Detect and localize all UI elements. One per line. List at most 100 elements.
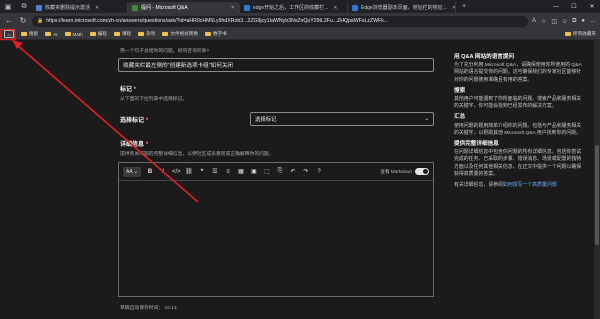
bullet-list-icon[interactable]: ☰ [211, 168, 219, 175]
favorites-icon[interactable]: ✩ [562, 18, 567, 25]
back-icon[interactable]: ← [4, 16, 14, 26]
close-window-icon[interactable]: ✕ [584, 0, 600, 13]
quote-icon[interactable]: ❝ [198, 168, 206, 175]
folder-icon [64, 32, 71, 36]
collections-icon[interactable]: ⧉ [572, 18, 576, 25]
help-sidebar: 用 Q&A 网站的语言提问 为了充分利用 Microsoft Q&A，请确保使用… [454, 40, 582, 319]
refresh-icon[interactable]: ↻ [18, 16, 28, 26]
help-icon[interactable]: ? [315, 169, 323, 175]
more-icon[interactable]: … [590, 18, 596, 25]
table-icon[interactable]: ▦ [237, 168, 245, 175]
split-screen-icon[interactable]: ◫ [551, 18, 557, 25]
sidebar-text: 为了充分利用 Microsoft Q&A，请确保使用你所使用的 Q&A 网站的语… [454, 63, 582, 83]
bookmark-folder[interactable]: Math [64, 32, 83, 37]
folder-icon [113, 32, 120, 36]
tab-title: Edge浏览器副本页面，地址栏的地址... [361, 5, 447, 11]
lock-icon[interactable]: 🔒 [37, 18, 43, 24]
ask-question-form: 用一个句子总结你的问题。如何咨询问事? 收藏夹栏最左侧的“创建新选项卡组”如何关… [118, 40, 434, 319]
question-title-input[interactable]: 收藏夹栏最左侧的“创建新选项卡组”如何关闭 [118, 58, 434, 72]
url-field[interactable]: 🔒 https://learn.microsoft.com/zh-cn/answ… [32, 15, 528, 27]
close-tab-icon[interactable]: ✕ [333, 5, 337, 11]
bookmark-folder[interactable]: 课程 [113, 31, 131, 37]
link-icon[interactable]: ⛓ [185, 168, 193, 175]
minimize-icon[interactable]: — [548, 0, 564, 13]
toggle-switch[interactable] [415, 168, 429, 175]
read-aloud-icon[interactable]: A [532, 18, 536, 25]
folder-icon [21, 32, 27, 36]
folder-icon [204, 32, 211, 36]
details-editor[interactable]: AA ⌄ B I </> ⛓ ❝ ☰ ≡ ▦ ▣ ⬚ ⎘ ↶ ↷ ? 查看 Ma… [118, 162, 434, 297]
scrollbar-thumb[interactable] [595, 145, 599, 245]
favicon-icon [36, 4, 42, 11]
profile-icon[interactable]: ● [581, 18, 585, 25]
bookmark-folder[interactable]: 杂项 [138, 31, 155, 37]
all-favorites[interactable]: 所有收藏夹 [565, 31, 596, 37]
sidebar-text: 其他用户可能遇到了你所面临的问题。搜索产品和服务相关的关键字，你可能会找到已经发… [454, 97, 582, 110]
new-tab-icon[interactable]: + [456, 0, 472, 13]
chevron-down-icon: ⌄ [424, 116, 429, 122]
tab-strip: ▣ ⧉ 收藏夹删除提示激活 ✕ 提问 - Microsoft Q&A ✕ edg… [0, 0, 600, 13]
markdown-toggle[interactable]: 查看 Markdown [380, 168, 429, 175]
close-tab-icon[interactable]: ✕ [231, 5, 235, 11]
attach-icon[interactable]: ⎘ [276, 168, 284, 175]
details-description: 提供有关问题的完整详细信息，以便社区成员重现或正确解释你的问题。 [120, 152, 274, 157]
title-hint: 用一个句子总结你的问题。如何咨询问事? [120, 49, 210, 54]
bookmarks-bar: ▭ 搜索 AI Math 编程 课程 杂项 文件格式转换 数学书 所有收藏夹 [0, 29, 600, 40]
sidebar-heading: 汇总 [454, 114, 466, 121]
autosave-status: 草稿自动保存时间： 15:13 [120, 306, 177, 311]
aa-icon[interactable]: AA ⌄ [123, 166, 141, 177]
page-content: 用一个句子总结你的问题。如何咨询问事? 收藏夹栏最左侧的“创建新选项卡组”如何关… [0, 40, 600, 319]
close-tab-icon[interactable]: ✕ [95, 5, 99, 11]
favicon-icon [132, 4, 138, 11]
create-tab-group-icon[interactable]: ▭ [4, 30, 14, 38]
bookmark-folder[interactable]: 数学书 [204, 31, 227, 37]
sidebar-text: 在问题详细信息中包含你问题的所有详细信息。包括你尝试完成的任务、已采取的步骤、错… [454, 150, 582, 177]
quality-question-link[interactable]: 如何撰写一个高质量问题 [503, 183, 557, 188]
favicon-icon [244, 4, 250, 11]
toolbar-icons: A ☆ ◫ ✩ ⧉ ● … [532, 18, 596, 25]
sidebar-heading: 搜索 [454, 87, 466, 94]
select-tag-dropdown[interactable]: 选择标记 ⌄ [250, 112, 434, 126]
favicon-icon [352, 4, 358, 11]
tab-actions-icon[interactable]: ⧉ [16, 0, 32, 13]
folder-icon [565, 32, 572, 36]
tab-1[interactable]: 提问 - Microsoft Q&A ✕ [128, 2, 240, 13]
folder-icon [162, 32, 169, 36]
markdown-toggle-label: 查看 Markdown [380, 168, 412, 174]
sidebar-text: 使用问题的题用简单介绍你的问题。包括与产品和服务相关的关键字，以帮助其他 Mic… [454, 123, 582, 136]
workspaces-icon[interactable]: ▣ [0, 0, 16, 13]
bookmark-folder[interactable]: AI [45, 32, 58, 37]
numbered-list-icon[interactable]: ≡ [224, 169, 232, 175]
sidebar-heading: 用 Q&A 网站的语言提问 [454, 54, 515, 60]
tab-3[interactable]: Edge浏览器副本页面，地址栏的地址... ✕ [348, 2, 456, 13]
address-bar: ← ↻ 🔒 https://learn.microsoft.com/zh-cn/… [0, 13, 600, 29]
folder-icon [45, 32, 52, 36]
url-text: https://learn.microsoft.com/zh-cn/answer… [46, 18, 389, 24]
tab-2[interactable]: edge开始之后，工作区的收藏栏... ✕ [240, 2, 348, 13]
tags-description: 从下面的下拉列表中选择标记。 [120, 97, 188, 102]
tab-0[interactable]: 收藏夹删除提示激活 ✕ [32, 2, 128, 13]
maximize-icon[interactable]: ☐ [566, 0, 582, 13]
folder-icon [89, 32, 96, 36]
tab-title: 收藏夹删除提示激活 [45, 5, 91, 11]
undo-icon[interactable]: ↶ [289, 168, 297, 175]
bookmark-folder[interactable]: 文件格式转换 [162, 31, 198, 37]
favorite-star-icon[interactable]: ☆ [541, 18, 546, 25]
select-tag-value: 选择标记 [255, 117, 277, 123]
screenshot-icon[interactable]: ⬚ [263, 168, 271, 175]
sidebar-more: 有关详细信息，请参阅如何撰写一个高质量问题 [454, 183, 557, 189]
question-title-value: 收藏夹栏最左侧的“创建新选项卡组”如何关闭 [123, 63, 234, 69]
image-icon[interactable]: ▣ [250, 168, 258, 175]
page-scrollbar[interactable] [594, 40, 600, 319]
code-icon[interactable]: </> [172, 169, 181, 175]
redo-icon[interactable]: ↷ [302, 168, 310, 175]
tags-label: 标记 * [120, 87, 137, 93]
tab-title: 提问 - Microsoft Q&A [141, 5, 188, 11]
bookmark-folder[interactable]: 搜索 [21, 31, 38, 37]
tab-title: edge开始之后，工作区的收藏栏... [253, 5, 329, 11]
sidebar-heading: 提供完整详细信息 [454, 141, 499, 148]
folder-icon [138, 32, 145, 36]
italic-icon[interactable]: I [159, 169, 167, 175]
bookmark-folder[interactable]: 编程 [89, 31, 107, 37]
bold-icon[interactable]: B [146, 169, 154, 175]
